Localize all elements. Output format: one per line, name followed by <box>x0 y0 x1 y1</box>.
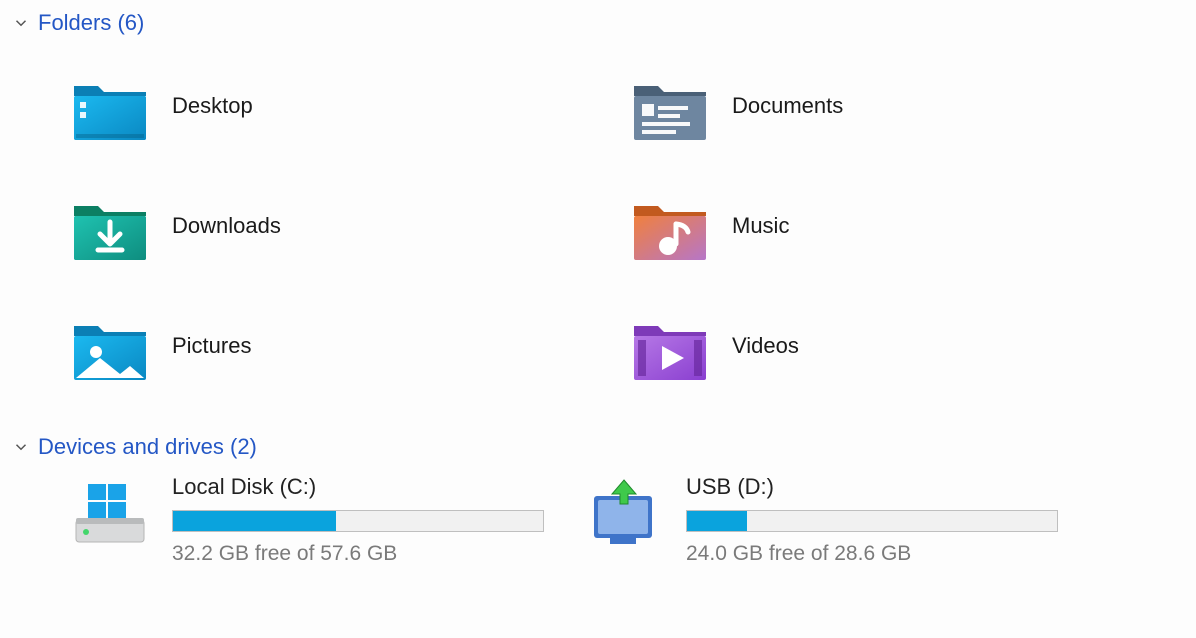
section-title-drives: Devices and drives (2) <box>38 434 257 460</box>
folder-label: Music <box>732 213 789 239</box>
folder-label: Pictures <box>172 333 251 359</box>
documents-folder-icon <box>630 68 710 144</box>
downloads-folder-icon <box>70 188 150 264</box>
folder-label: Videos <box>732 333 799 359</box>
folders-grid: Desktop Documents Down <box>0 36 1196 424</box>
drives-grid: Local Disk (C:) 32.2 GB free of 57.6 GB … <box>0 460 1196 566</box>
folder-label: Downloads <box>172 213 281 239</box>
drive-title: USB (D:) <box>686 474 1058 500</box>
folder-documents[interactable]: Documents <box>630 46 1190 166</box>
folder-desktop[interactable]: Desktop <box>70 46 630 166</box>
videos-folder-icon <box>630 308 710 384</box>
drive-capacity-bar <box>172 510 544 532</box>
drive-usb-d[interactable]: USB (D:) 24.0 GB free of 28.6 GB <box>584 474 1058 566</box>
section-title-folders: Folders (6) <box>38 10 144 36</box>
drive-title: Local Disk (C:) <box>172 474 544 500</box>
drive-capacity-bar <box>686 510 1058 532</box>
chevron-down-icon <box>12 438 30 456</box>
folder-downloads[interactable]: Downloads <box>70 166 630 286</box>
folder-music[interactable]: Music <box>630 166 1190 286</box>
usb-drive-icon <box>584 474 664 550</box>
folder-label: Desktop <box>172 93 253 119</box>
drive-status-text: 32.2 GB free of 57.6 GB <box>172 542 544 566</box>
folder-pictures[interactable]: Pictures <box>70 286 630 406</box>
drive-local-disk-c[interactable]: Local Disk (C:) 32.2 GB free of 57.6 GB <box>70 474 544 566</box>
folder-label: Documents <box>732 93 843 119</box>
section-header-drives[interactable]: Devices and drives (2) <box>0 424 1196 460</box>
chevron-down-icon <box>12 14 30 32</box>
desktop-folder-icon <box>70 68 150 144</box>
section-header-folders[interactable]: Folders (6) <box>0 0 1196 36</box>
local-disk-icon <box>70 474 150 550</box>
music-folder-icon <box>630 188 710 264</box>
drive-status-text: 24.0 GB free of 28.6 GB <box>686 542 1058 566</box>
pictures-folder-icon <box>70 308 150 384</box>
folder-videos[interactable]: Videos <box>630 286 1190 406</box>
